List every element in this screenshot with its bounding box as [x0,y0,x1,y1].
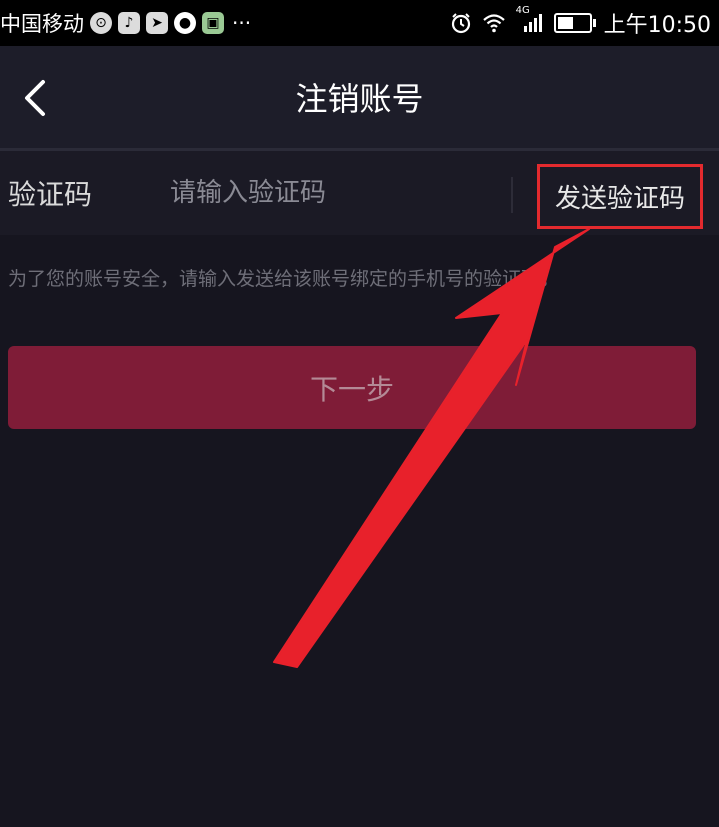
verification-code-label: 验证码 [8,178,93,211]
more-notifications: ··· [232,11,252,35]
navigation-bar: 注销账号 [0,46,719,150]
field-divider [511,177,513,213]
status-bar: 中国移动 ⊙ ♪ ➤ ● ▣ ··· 4G 上午10:50 [0,0,719,46]
verification-code-input[interactable] [170,171,490,215]
status-bar-left: 中国移动 ⊙ ♪ ➤ ● ▣ ··· [0,0,251,46]
network-type: 4G [515,5,530,16]
next-step-button[interactable]: 下一步 [8,346,696,429]
status-time: 上午10:50 [603,13,711,38]
telegram-icon: ➤ [146,12,168,34]
chat-icon: ● [174,12,196,34]
status-bar-right: 4G 上午10:50 [440,0,711,46]
security-hint: 为了您的账号安全，请输入发送给该账号绑定的手机号的验证码。 [8,268,560,290]
wifi-icon [482,13,506,33]
battery-level [557,17,573,29]
send-code-button[interactable]: 发送验证码 [537,164,703,229]
battery-icon [553,13,596,33]
verification-code-row: 验证码 发送验证码 [0,151,719,235]
tiktok-icon: ♪ [118,12,140,34]
notification-icon: ⊙ [90,12,112,34]
app-icon: ▣ [202,12,224,34]
page-title: 注销账号 [295,80,424,118]
alarm-icon [450,12,472,34]
signal-icon: 4G [516,5,542,33]
carrier-name: 中国移动 [0,12,84,36]
